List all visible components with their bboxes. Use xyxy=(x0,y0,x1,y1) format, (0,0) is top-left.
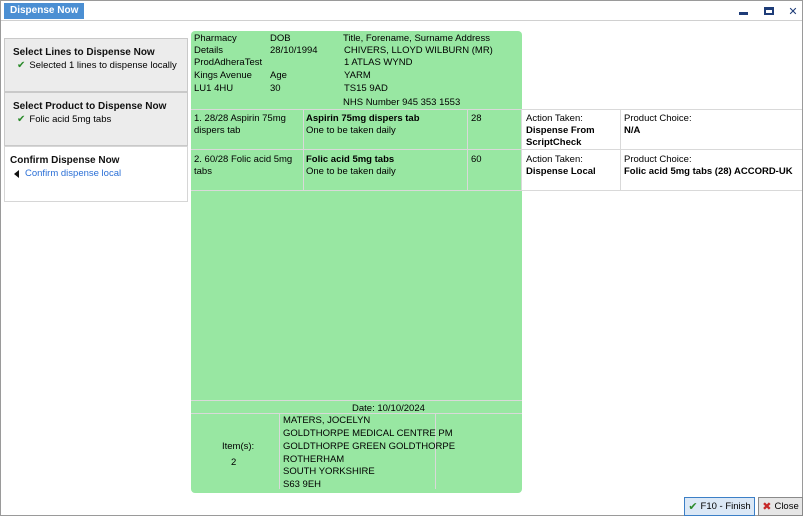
practice-address-line3: SOUTH YORKSHIRE xyxy=(283,466,375,477)
product-choice-value: N/A xyxy=(624,125,641,136)
details-label: Details xyxy=(194,45,224,56)
dob-label: DOB xyxy=(270,33,291,44)
step-select-product[interactable]: Select Product to Dispense Now ✔ Folic a… xyxy=(4,92,188,146)
product-choice-value: Folic acid 5mg tabs (28) ACCORD-UK xyxy=(624,166,793,177)
checkmark-icon: ✔ xyxy=(17,114,26,125)
finish-button[interactable]: ✔ F10 - Finish xyxy=(684,497,755,516)
nhs-number: NHS Number 945 353 1553 xyxy=(343,97,461,108)
action-taken-value: Dispense From ScriptCheck xyxy=(526,125,595,148)
divider xyxy=(620,110,621,190)
title-bar: Dispense Now ✕ xyxy=(1,1,802,21)
age-value: 30 xyxy=(270,83,281,94)
step-title: Select Lines to Dispense Now xyxy=(13,47,155,58)
line-quantity: 28 xyxy=(471,113,482,124)
items-count: 2 xyxy=(231,457,237,468)
line-quantity: 60 xyxy=(471,154,482,165)
divider xyxy=(191,149,802,150)
patient-address-line1: 1 ATLAS WYND xyxy=(344,57,413,68)
wizard-steps: Select Lines to Dispense Now ✔ Selected … xyxy=(4,38,188,202)
divider xyxy=(303,110,304,190)
divider xyxy=(279,414,280,489)
line-label: 2. 60/28 Folic acid 5mg tabs xyxy=(194,154,293,177)
line-drug-name: Folic acid 5mg tabs xyxy=(306,154,395,165)
step-select-lines[interactable]: Select Lines to Dispense Now ✔ Selected … xyxy=(4,38,188,92)
line-dosage: One to be taken daily xyxy=(306,125,396,136)
practice-postcode: S63 9EH xyxy=(283,479,322,490)
prescription-date: Date: 10/10/2024 xyxy=(352,403,425,414)
finish-button-label: F10 - Finish xyxy=(700,501,751,512)
divider xyxy=(191,190,802,191)
step-title: Confirm Dispense Now xyxy=(10,155,120,166)
pharmacy-postcode: LU1 4HU xyxy=(194,83,234,94)
divider xyxy=(191,400,522,401)
divider xyxy=(467,110,468,190)
step-title: Select Product to Dispense Now xyxy=(13,101,167,112)
items-label: Item(s): xyxy=(222,441,255,452)
close-icon: ✖ xyxy=(762,501,772,513)
close-window-button[interactable]: ✕ xyxy=(785,4,801,18)
maximize-icon xyxy=(764,7,774,15)
prescriber-name: MATERS, JOCELYN xyxy=(283,415,371,426)
action-taken-label: Action Taken: xyxy=(526,113,583,124)
divider xyxy=(191,109,802,110)
patient-address-line2: YARM xyxy=(344,70,371,81)
line-drug-name: Aspirin 75mg dispers tab xyxy=(306,113,420,124)
step-confirm-dispense[interactable]: Confirm Dispense Now Confirm dispense lo… xyxy=(4,146,188,202)
age-label: Age xyxy=(270,70,287,81)
confirm-dispense-link[interactable]: Confirm dispense local xyxy=(25,168,121,179)
checkmark-icon: ✔ xyxy=(17,60,26,71)
prescription-panel: Pharmacy Details ProdAdheraTest Kings Av… xyxy=(191,31,802,493)
patient-postcode: TS15 9AD xyxy=(344,83,388,94)
step-detail: Folic acid 5mg tabs xyxy=(29,114,112,125)
practice-address-line2: ROTHERHAM xyxy=(283,454,345,465)
pharmacy-label: Pharmacy xyxy=(194,33,237,44)
step-detail: Selected 1 lines to dispense locally xyxy=(29,60,177,71)
action-taken-value: Dispense Local xyxy=(526,166,596,177)
close-icon: ✕ xyxy=(788,5,798,18)
close-button[interactable]: ✖ Close xyxy=(758,497,803,516)
minimize-icon xyxy=(738,12,748,15)
checkmark-icon: ✔ xyxy=(688,501,698,513)
line-label: 1. 28/28 Aspirin 75mg dispers tab xyxy=(194,113,286,136)
arrow-left-icon xyxy=(14,169,19,178)
dispense-now-window: Dispense Now ✕ Select Lines to Dispense … xyxy=(0,0,803,516)
maximize-button[interactable] xyxy=(761,4,777,18)
window-title: Dispense Now xyxy=(4,3,85,19)
practice-address-line1: GOLDTHORPE GREEN GOLDTHORPE xyxy=(283,441,456,452)
product-choice-label: Product Choice: xyxy=(624,154,692,165)
dob-value: 28/10/1994 xyxy=(270,45,318,56)
minimize-button[interactable] xyxy=(735,4,751,18)
close-button-label: Close xyxy=(774,501,799,512)
divider xyxy=(521,110,522,190)
action-taken-label: Action Taken: xyxy=(526,154,583,165)
line-dosage: One to be taken daily xyxy=(306,166,396,177)
practice-name: GOLDTHORPE MEDICAL CENTRE PM xyxy=(283,428,453,439)
patient-name: CHIVERS, LLOYD WILBURN (MR) xyxy=(344,45,493,56)
pharmacy-name: ProdAdheraTest xyxy=(194,57,263,68)
product-choice-label: Product Choice: xyxy=(624,113,692,124)
patient-header: Title, Forename, Surname Address xyxy=(343,33,490,44)
pharmacy-street: Kings Avenue xyxy=(194,70,252,81)
